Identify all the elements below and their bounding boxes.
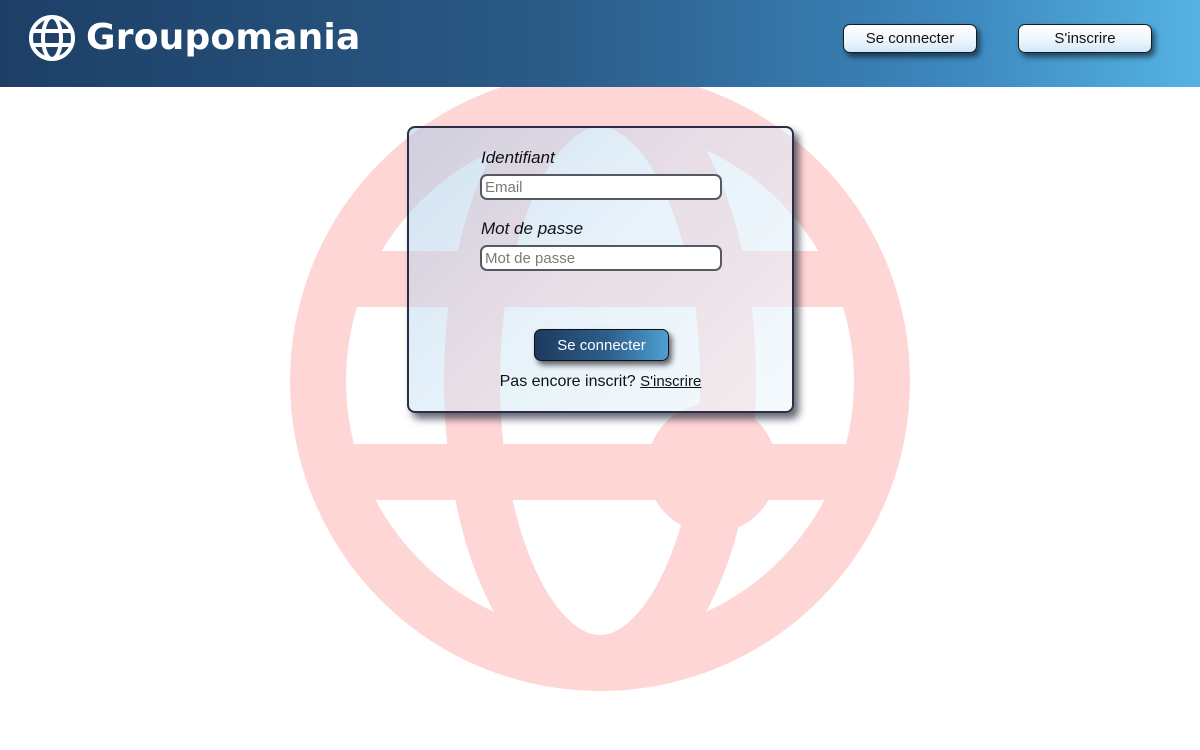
globe-icon bbox=[29, 15, 75, 61]
brand-logo[interactable]: Groupomania bbox=[28, 14, 360, 62]
signup-prompt: Pas encore inscrit? S'inscrire bbox=[409, 373, 792, 391]
signup-prompt-text: Pas encore inscrit? bbox=[499, 373, 636, 390]
signup-link[interactable]: S'inscrire bbox=[640, 373, 701, 390]
header-signup-button[interactable]: S'inscrire bbox=[1018, 24, 1152, 53]
header-login-button[interactable]: Se connecter bbox=[843, 24, 977, 53]
identifier-label: Identifiant bbox=[481, 148, 555, 167]
top-header: Groupomania Se connecter S'inscrire bbox=[0, 0, 1200, 87]
login-submit-button[interactable]: Se connecter bbox=[534, 329, 669, 361]
password-input[interactable] bbox=[480, 245, 722, 271]
login-card: Identifiant Mot de passe Se connecter Pa… bbox=[407, 126, 794, 413]
password-label: Mot de passe bbox=[481, 219, 584, 238]
email-input[interactable] bbox=[480, 174, 722, 200]
brand-name: Groupomania bbox=[86, 17, 361, 58]
